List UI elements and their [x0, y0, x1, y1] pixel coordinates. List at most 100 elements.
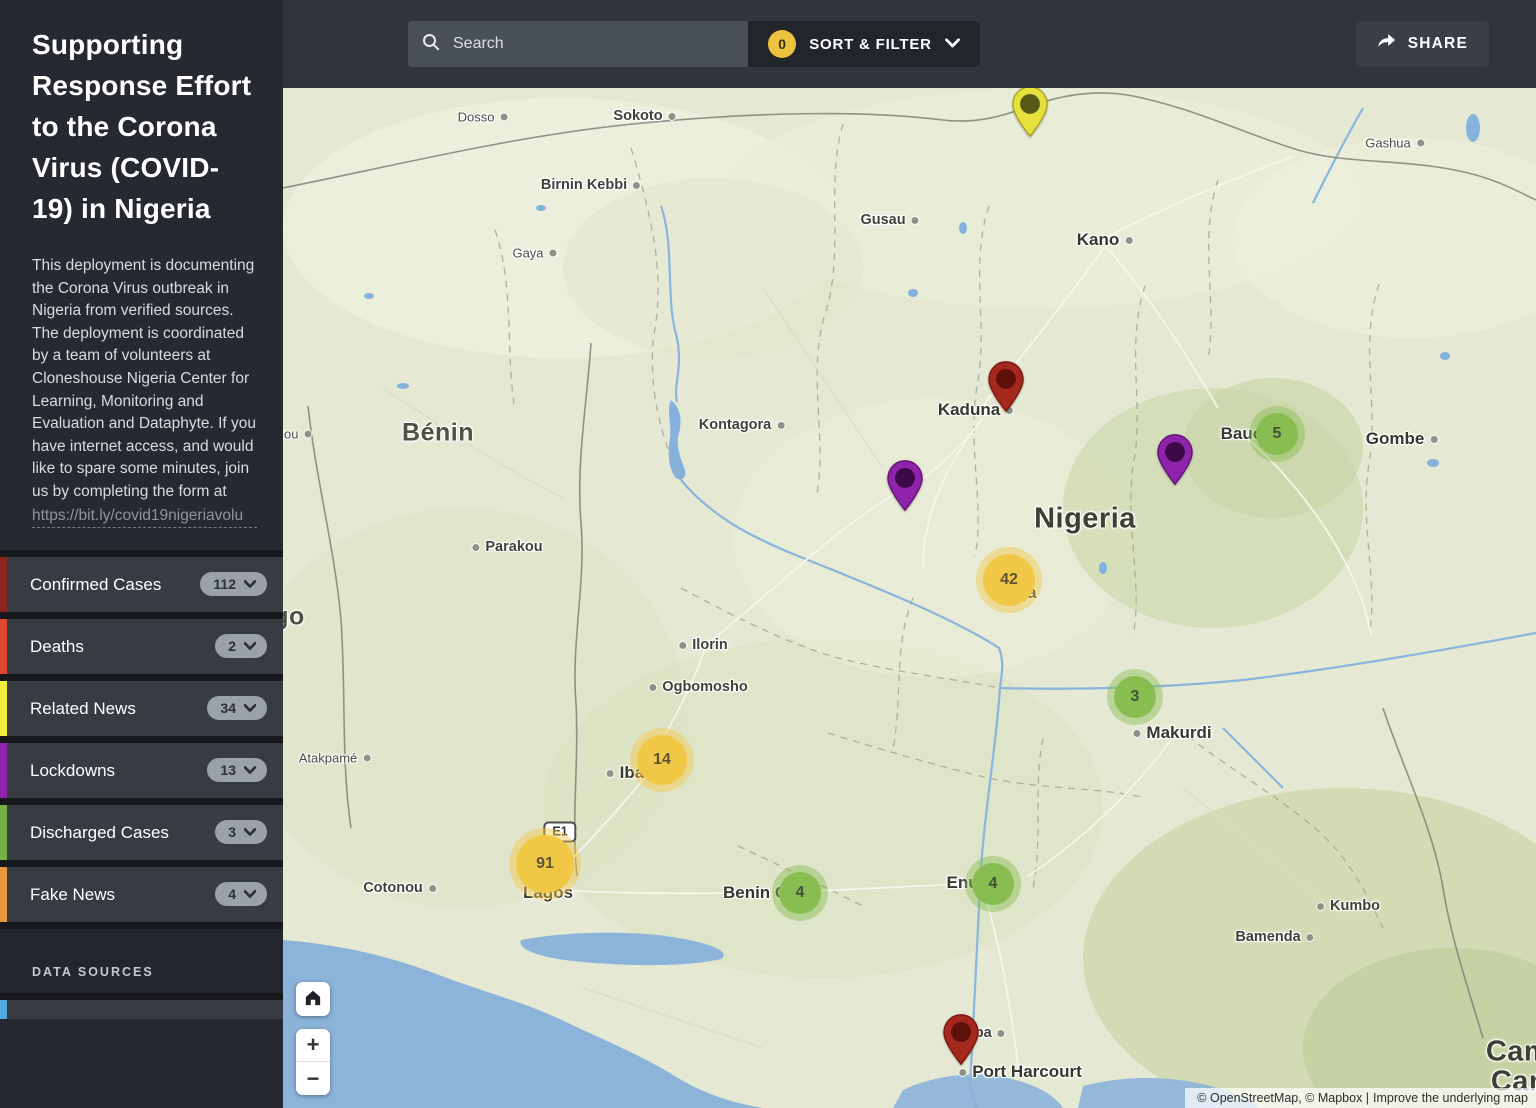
chevron-down-icon [244, 766, 256, 774]
data-sources-heading: DATA SOURCES [32, 964, 154, 979]
place-dot [632, 180, 642, 190]
sidebar: Supporting Response Effort to the Corona… [0, 0, 283, 1108]
map-label-gaya: Gaya [512, 246, 558, 261]
report-pin-yellow[interactable] [1011, 88, 1049, 138]
report-cluster-42[interactable]: 42 [983, 554, 1035, 606]
map-overlay-layer: Dosso Sokoto Gashua Birnin Kebbi Gusau Kano Ga… [283, 88, 1536, 1108]
category-item-confirmed-cases[interactable]: Confirmed Cases 112 [0, 556, 283, 612]
category-area: Confirmed Cases 112 Deaths 2 Related News 34 L… [0, 549, 283, 1019]
category-count: 13 [220, 762, 236, 779]
chevron-down-icon [944, 35, 960, 53]
place-dot [1316, 901, 1326, 911]
category-count: 34 [220, 700, 236, 717]
report-pin-red[interactable] [942, 1013, 980, 1066]
search-box[interactable] [408, 21, 748, 67]
category-label: Fake News [30, 884, 116, 904]
report-cluster-91[interactable]: 91 [516, 835, 574, 893]
map-label-gashua: Gashua [1365, 136, 1425, 151]
category-item-partial[interactable] [0, 999, 283, 1019]
chevron-down-icon [244, 828, 256, 836]
category-count: 2 [228, 638, 236, 655]
map-label-atakpam: Atakpamé [299, 751, 372, 766]
sort-filter-button[interactable]: 0 SORT & FILTER [748, 21, 980, 67]
place-dot [1305, 932, 1315, 942]
category-label: Lockdowns [30, 760, 116, 780]
place-dot [678, 640, 688, 650]
map-label-birnin-kebbi: Birnin Kebbi [541, 177, 642, 193]
category-count: 3 [228, 824, 236, 841]
chevron-down-icon [244, 580, 256, 588]
category-color-bar [0, 866, 7, 922]
place-dot [1132, 728, 1142, 738]
deployment-description: This deployment is documenting the Coron… [32, 257, 257, 500]
volunteer-form-link[interactable]: https://bit.ly/covid19nigeriavolu [32, 505, 257, 528]
report-pin-purple[interactable] [1156, 433, 1194, 486]
category-item-lockdowns[interactable]: Lockdowns 13 [0, 742, 283, 798]
category-item-fake-news[interactable]: Fake News 4 [0, 866, 283, 922]
report-cluster-5[interactable]: 5 [1256, 413, 1298, 455]
zoom-in-button[interactable]: + [296, 1029, 330, 1062]
filter-count-badge: 0 [768, 30, 797, 58]
map-label-sokoto: Sokoto [613, 108, 677, 124]
map-label-cam: Cam [1485, 1035, 1536, 1068]
category-color-bar [0, 999, 7, 1019]
category-count-badge[interactable]: 112 [200, 572, 267, 597]
chevron-down-icon [244, 890, 256, 898]
zoom-controls: + − [296, 1029, 330, 1095]
category-label: Confirmed Cases [30, 574, 162, 594]
category-count-badge[interactable]: 3 [215, 820, 267, 845]
place-dot [427, 883, 437, 893]
category-label: Discharged Cases [30, 822, 169, 842]
place-dot [1124, 235, 1134, 245]
map-label-parakou: Parakou [471, 539, 543, 555]
category-color-bar [0, 742, 7, 798]
map-canvas[interactable]: Dosso Sokoto Gashua Birnin Kebbi Gusau Kano Ga… [283, 88, 1536, 1108]
report-pin-red[interactable] [987, 360, 1025, 413]
place-dot [471, 542, 481, 552]
category-count-badge[interactable]: 13 [207, 758, 267, 783]
map-label-ogbomosho: Ogbomosho [648, 679, 748, 695]
improve-map-link[interactable]: Improve the underlying map [1373, 1091, 1528, 1105]
place-dot [499, 112, 509, 122]
map-label-b-nin: Bénin [402, 418, 474, 447]
category-count-badge[interactable]: 2 [215, 634, 267, 659]
category-count-badge[interactable]: 34 [207, 696, 267, 721]
report-pin-purple[interactable] [886, 459, 924, 512]
category-item-deaths[interactable]: Deaths 2 [0, 618, 283, 674]
category-count: 4 [228, 886, 236, 903]
search-input[interactable] [451, 34, 734, 54]
home-icon [304, 989, 322, 1009]
report-cluster-14[interactable]: 14 [637, 735, 687, 785]
zoom-out-button[interactable]: − [296, 1062, 330, 1095]
chevron-down-icon [244, 642, 256, 650]
place-dot [996, 1028, 1006, 1038]
place-dot [303, 429, 313, 439]
category-item-related-news[interactable]: Related News 34 [0, 680, 283, 736]
deployment-intro: Supporting Response Effort to the Corona… [0, 0, 283, 550]
map-label-kano: Kano [1077, 230, 1134, 250]
chevron-down-icon [244, 704, 256, 712]
category-count-badge[interactable]: 4 [215, 882, 267, 907]
share-button[interactable]: SHARE [1355, 21, 1489, 67]
map-label-go: go [283, 602, 305, 631]
map-label-gombe: Gombe [1366, 429, 1439, 449]
deployment-title: Supporting Response Effort to the Corona… [32, 29, 252, 224]
map-label-kontagora: Kontagora [699, 417, 786, 433]
home-button[interactable] [296, 982, 330, 1016]
place-dot [1429, 434, 1439, 444]
place-dot [667, 111, 677, 121]
place-dot [362, 753, 372, 763]
category-item-discharged-cases[interactable]: Discharged Cases 3 [0, 804, 283, 860]
report-cluster-4[interactable]: 4 [972, 863, 1014, 905]
map-label-kumbo: Kumbo [1316, 898, 1380, 914]
report-cluster-3[interactable]: 3 [1114, 676, 1156, 718]
map-label-nigeria: Nigeria [1034, 502, 1136, 535]
category-label: Deaths [30, 636, 84, 656]
map-label-makurdi: Makurdi [1132, 723, 1212, 743]
place-dot [548, 248, 558, 258]
report-cluster-4[interactable]: 4 [779, 872, 821, 914]
map-label-gusau: Gusau [860, 212, 920, 228]
share-label: SHARE [1407, 35, 1468, 52]
data-sources-section: DATA SOURCES [0, 928, 283, 993]
category-count: 112 [213, 576, 236, 593]
